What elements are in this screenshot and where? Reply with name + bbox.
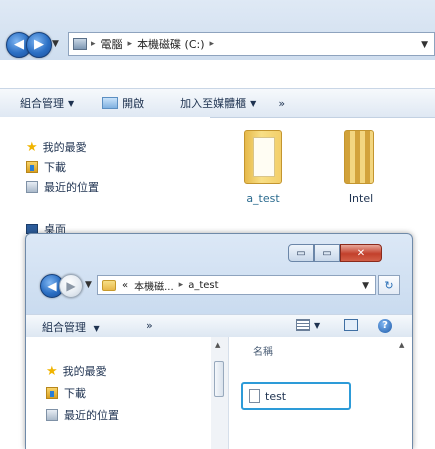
file-item-test[interactable]: test — [241, 382, 351, 410]
navigation-pane: ★ 我的最愛 下載 最近的位置 — [26, 337, 212, 449]
explorer-window-a-test: ▭ ▭ ✕ ◀ ▶ ▼ « 本機磁... ▸ a_test ▼ ↻ 組合管理 ▼… — [25, 233, 413, 449]
minimize-button[interactable]: ▭ — [288, 244, 314, 262]
more-commands-button[interactable]: » — [146, 319, 153, 332]
navigation-pane-scrollbar[interactable]: ▲ — [211, 337, 229, 449]
help-icon: ? — [378, 319, 392, 333]
scroll-thumb[interactable] — [214, 361, 224, 397]
more-commands-button[interactable]: » — [278, 97, 285, 110]
address-bar[interactable]: « 本機磁... ▸ a_test ▼ — [97, 275, 376, 295]
navigation-bar: ◀ ▶ ▼ ▸ 電腦 ▸ 本機磁碟 (C:) ▸ ▼ — [0, 30, 435, 74]
scroll-up-icon[interactable]: ▲ — [215, 341, 220, 349]
file-item-label: a_test — [246, 192, 280, 205]
breadcrumb-a-test[interactable]: a_test — [188, 280, 218, 291]
add-to-library-label: 加入至媒體櫃 — [180, 97, 247, 110]
breadcrumb-local-disk[interactable]: 本機磁... — [134, 278, 174, 293]
downloads-folder-icon — [26, 161, 38, 173]
view-list-icon — [296, 319, 310, 331]
forward-button[interactable]: ▶ — [26, 32, 52, 58]
file-item-intel[interactable]: Intel — [326, 126, 396, 212]
nav-item-downloads[interactable]: 下載 — [26, 159, 66, 175]
close-button[interactable]: ✕ — [340, 244, 382, 262]
breadcrumb-separator-icon: ▸ — [91, 39, 96, 49]
recent-places-icon — [46, 409, 58, 421]
organize-label: 組合管理 — [42, 321, 86, 334]
breadcrumb-separator-icon: ▸ — [209, 39, 215, 49]
chevron-down-icon: ▼ — [250, 98, 257, 108]
breadcrumb-local-disk[interactable]: 本機磁碟 (C:) — [137, 36, 204, 52]
open-folder-icon — [102, 97, 119, 109]
preview-pane-button[interactable] — [344, 319, 358, 334]
address-dropdown-icon[interactable]: ▼ — [421, 40, 428, 50]
chevron-down-icon: ▼ — [314, 320, 321, 330]
window-caption-buttons: ▭ ▭ ✕ — [288, 244, 382, 262]
recent-pages-dropdown[interactable]: ▼ — [85, 280, 92, 290]
organize-label: 組合管理 — [20, 97, 64, 110]
open-button[interactable]: 開啟 — [102, 95, 144, 111]
nav-item-label: 下載 — [64, 387, 86, 400]
nav-item-recent-places[interactable]: 最近的位置 — [46, 407, 119, 423]
open-label: 開啟 — [122, 97, 145, 110]
organize-button[interactable]: 組合管理 ▼ — [20, 95, 74, 111]
folder-icon — [102, 279, 116, 291]
chevron-down-icon: ▼ — [93, 324, 100, 333]
refresh-button[interactable]: ↻ — [378, 275, 400, 295]
address-dropdown-icon[interactable]: ▼ — [362, 281, 369, 291]
computer-icon — [73, 38, 87, 50]
nav-item-label: 下載 — [44, 161, 66, 174]
nav-item-label: 最近的位置 — [44, 181, 99, 194]
breadcrumb-separator-icon: ▸ — [178, 280, 184, 290]
star-icon: ★ — [46, 363, 58, 379]
star-icon: ★ — [26, 139, 38, 155]
help-button[interactable]: ? — [378, 318, 392, 333]
file-item-label: Intel — [348, 192, 374, 205]
file-item-a-test[interactable]: a_test — [228, 126, 298, 212]
nav-item-label: 最近的位置 — [64, 409, 119, 422]
nav-item-label: 我的最愛 — [62, 365, 107, 378]
folder-icon — [344, 130, 374, 184]
column-collapse-icon[interactable]: ▲ — [399, 341, 404, 349]
command-bar: 組合管理 ▼ » ▼ ? — [26, 314, 412, 338]
column-header-name[interactable]: 名稱 — [253, 343, 273, 358]
breadcrumb-overflow[interactable]: « — [122, 280, 128, 291]
folder-icon — [244, 130, 282, 184]
recent-places-icon — [26, 181, 38, 193]
nav-item-recent-places[interactable]: 最近的位置 — [26, 179, 99, 195]
preview-pane-icon — [344, 319, 358, 331]
file-list: 名稱 ▲ test — [229, 337, 412, 449]
recent-pages-dropdown[interactable]: ▼ — [52, 39, 59, 49]
nav-item-label: 我的最愛 — [42, 141, 87, 154]
nav-item-favorites[interactable]: ★ 我的最愛 — [26, 139, 87, 155]
downloads-folder-icon — [46, 387, 58, 399]
forward-button[interactable]: ▶ — [59, 274, 83, 298]
change-view-button[interactable]: ▼ — [296, 319, 320, 331]
organize-button[interactable]: 組合管理 ▼ — [42, 319, 100, 335]
chevron-down-icon: ▼ — [68, 98, 75, 108]
file-item-label: test — [265, 389, 287, 403]
address-bar[interactable]: ▸ 電腦 ▸ 本機磁碟 (C:) ▸ ▼ — [68, 32, 435, 56]
text-file-icon — [249, 389, 260, 403]
breadcrumb-separator-icon: ▸ — [127, 39, 133, 49]
command-bar: 組合管理 ▼ 開啟 加入至媒體櫃 ▼ » — [0, 88, 435, 118]
nav-item-downloads[interactable]: 下載 — [46, 385, 86, 401]
add-to-library-button[interactable]: 加入至媒體櫃 ▼ — [180, 95, 256, 111]
maximize-button[interactable]: ▭ — [314, 244, 340, 262]
nav-item-favorites[interactable]: ★ 我的最愛 — [46, 363, 107, 379]
breadcrumb-computer[interactable]: 電腦 — [101, 36, 123, 52]
